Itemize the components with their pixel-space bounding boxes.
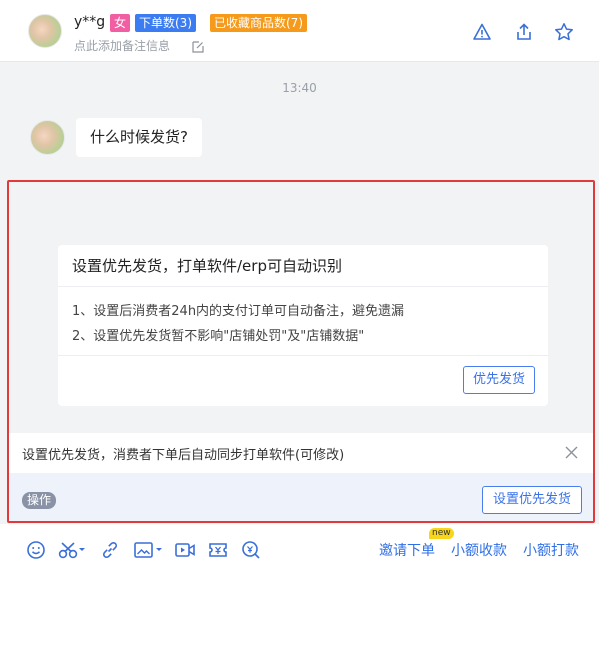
favorites-count-badge[interactable]: 已收藏商品数(7) — [210, 14, 307, 32]
video-icon[interactable] — [174, 540, 196, 560]
star-icon[interactable] — [554, 22, 574, 42]
message-input[interactable] — [0, 574, 599, 660]
customer-message: 什么时候发货? — [76, 118, 202, 157]
image-icon[interactable] — [133, 540, 165, 560]
card-description-line: 2、设置优先发货暂不影响"店铺处罚"及"店铺数据" — [72, 329, 365, 344]
scissors-icon[interactable] — [58, 540, 88, 560]
search-order-icon[interactable] — [241, 540, 261, 560]
input-toolbar: 邀请下单 new 小额收款 小额打款 — [0, 524, 599, 574]
chat-header: y**g 女 下单数(3) 已收藏商品数(7) 点此添加备注信息 — [0, 0, 599, 62]
priority-shipping-card: 设置优先发货，打单软件/erp可自动识别 1、设置后消费者24h内的支付订单可自… — [58, 245, 548, 406]
link-icon[interactable] — [100, 540, 120, 560]
emoji-icon[interactable] — [26, 540, 46, 560]
action-bar: 操作 设置优先发货 — [9, 473, 593, 521]
small-transfer-link[interactable]: 小额打款 — [523, 540, 579, 560]
card-description-line: 1、设置后消费者24h内的支付订单可自动备注，避免遗漏 — [72, 304, 405, 319]
note-placeholder[interactable]: 点此添加备注信息 — [74, 37, 170, 54]
divider — [58, 286, 548, 287]
user-name: y**g — [74, 14, 106, 30]
edit-note-icon[interactable] — [192, 38, 204, 53]
warning-icon[interactable] — [472, 22, 492, 42]
close-icon[interactable] — [564, 445, 579, 460]
share-icon[interactable] — [514, 22, 534, 42]
set-priority-shipping-button[interactable]: 设置优先发货 — [481, 486, 582, 514]
invite-order-link[interactable]: 邀请下单 — [379, 540, 435, 560]
operation-tag: 操作 — [22, 492, 57, 509]
user-avatar[interactable] — [28, 14, 62, 48]
message-timestamp: 13:40 — [282, 81, 317, 95]
orders-count-badge[interactable]: 下单数(3) — [135, 14, 196, 32]
coupon-icon[interactable] — [208, 540, 228, 560]
small-payment-link[interactable]: 小额收款 — [451, 540, 507, 560]
divider — [58, 355, 548, 356]
new-badge: new — [429, 528, 454, 539]
suggestion-tip-bar: 设置优先发货，消费者下单后自动同步打单软件(可修改) — [9, 433, 593, 473]
priority-shipping-button[interactable]: 优先发货 — [462, 366, 535, 394]
tip-text: 设置优先发货，消费者下单后自动同步打单软件(可修改) — [22, 448, 345, 463]
card-title: 设置优先发货，打单软件/erp可自动识别 — [72, 257, 342, 275]
customer-avatar — [30, 120, 65, 155]
gender-badge: 女 — [110, 14, 131, 32]
